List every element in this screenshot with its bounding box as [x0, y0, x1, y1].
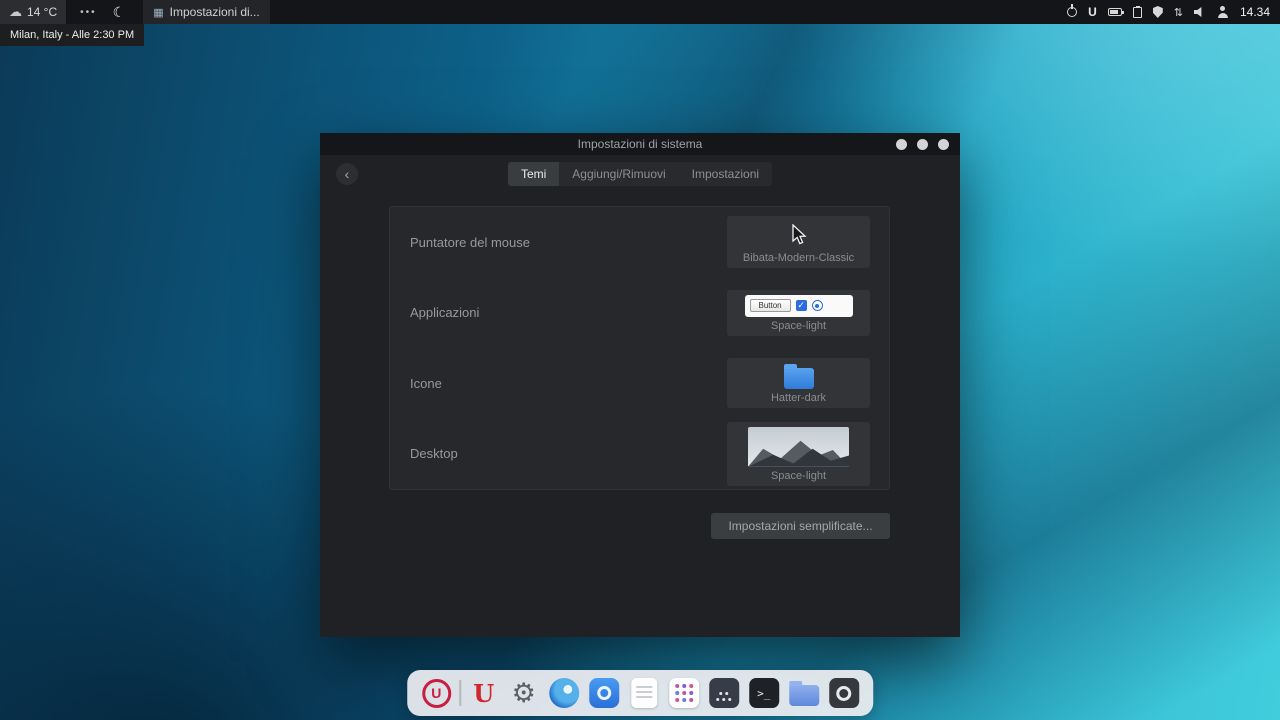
- blue-app-icon: [589, 678, 619, 708]
- weather-temperature: 14 °C: [27, 5, 57, 19]
- user-account-icon[interactable]: [1217, 6, 1229, 18]
- files-folder-icon: [789, 685, 819, 706]
- network-icon[interactable]: ⇅: [1174, 6, 1183, 19]
- tab-bar: Temi Aggiungi/Rimuovi Impostazioni: [508, 162, 772, 186]
- window-body: Puntatore del mouse Bibata-Modern-Classi…: [320, 193, 960, 637]
- keyboard-icon: [709, 678, 739, 708]
- document-icon: [631, 678, 657, 708]
- mini-radio-icon: [812, 300, 823, 311]
- app-window-icon: ▦: [153, 6, 163, 19]
- battery-icon[interactable]: [1108, 8, 1122, 16]
- wallpaper-thumbnail: [748, 427, 849, 467]
- window-controls: [896, 139, 949, 150]
- chevron-left-icon: ‹: [345, 166, 350, 182]
- browser-globe-icon: [549, 678, 579, 708]
- widget-preview: Button ✓: [745, 295, 853, 317]
- camera-lens-icon: [829, 678, 859, 708]
- icon-theme-preview[interactable]: Hatter-dark: [727, 358, 870, 408]
- power-icon[interactable]: [1067, 7, 1077, 17]
- dock-icon-terminal[interactable]: >_: [747, 676, 781, 710]
- window-header: ‹ Temi Aggiungi/Rimuovi Impostazioni: [320, 155, 960, 193]
- dock-icon-app-grid[interactable]: [667, 676, 701, 710]
- security-shield-icon[interactable]: [1153, 6, 1163, 18]
- cursor-icon: [791, 221, 807, 249]
- weather-tooltip: Milan, Italy - Alle 2:30 PM: [0, 24, 144, 46]
- row-label: Icone: [410, 376, 442, 391]
- top-panel: ☁ 14 °C ••• ☾ ▦ Impostazioni di... U ⇅ 1…: [0, 0, 1280, 24]
- ring-u-icon: U: [422, 679, 451, 708]
- dock-icon-camera[interactable]: [827, 676, 861, 710]
- dock-icon-u-app[interactable]: U: [467, 676, 501, 710]
- row-applications: Applicazioni Button ✓ Space-light: [390, 278, 889, 349]
- dock: U U ⚙ >_: [407, 670, 873, 716]
- row-mouse-pointer: Puntatore del mouse Bibata-Modern-Classi…: [390, 207, 889, 278]
- system-tray: U ⇅ 14.34: [1067, 5, 1280, 19]
- application-theme-preview[interactable]: Button ✓ Space-light: [727, 290, 870, 336]
- mini-button: Button: [750, 299, 791, 312]
- row-desktop: Desktop Space-light: [390, 419, 889, 490]
- settings-window: Impostazioni di sistema ‹ Temi Aggiungi/…: [320, 133, 960, 637]
- row-label: Applicazioni: [410, 305, 479, 320]
- simplified-settings-button[interactable]: Impostazioni semplificate...: [711, 513, 890, 539]
- ubuntu-logo-icon[interactable]: U: [1088, 5, 1097, 19]
- mouse-pointer-preview[interactable]: Bibata-Modern-Classic: [727, 216, 870, 268]
- app-grid-icon: [669, 678, 699, 708]
- panel-overflow-menu[interactable]: •••: [80, 7, 97, 18]
- dock-icon-browser[interactable]: [547, 676, 581, 710]
- dock-icon-ubuntu-dde[interactable]: U: [419, 676, 453, 710]
- wallpaper-theme-name: Space-light: [771, 470, 826, 482]
- cursor-theme-name: Bibata-Modern-Classic: [743, 252, 854, 264]
- dock-separator: [459, 680, 461, 706]
- clipboard-icon[interactable]: [1133, 7, 1142, 18]
- themes-card: Puntatore del mouse Bibata-Modern-Classi…: [389, 206, 890, 490]
- volume-icon[interactable]: [1194, 7, 1206, 18]
- terminal-icon: >_: [749, 678, 779, 708]
- tab-aggiungi-rimuovi[interactable]: Aggiungi/Rimuovi: [559, 162, 678, 186]
- night-mode-icon[interactable]: ☾: [113, 4, 126, 21]
- icon-theme-name: Hatter-dark: [771, 392, 826, 404]
- dock-icon-files[interactable]: [787, 676, 821, 710]
- window-title: Impostazioni di sistema: [320, 133, 960, 155]
- clock[interactable]: 14.34: [1240, 5, 1270, 19]
- taskbar-app-label: Impostazioni di...: [170, 5, 260, 19]
- tab-impostazioni[interactable]: Impostazioni: [679, 162, 772, 186]
- dock-icon-blue-app[interactable]: [587, 676, 621, 710]
- wallpaper-preview[interactable]: Space-light: [727, 422, 870, 486]
- dock-icon-keyboard[interactable]: [707, 676, 741, 710]
- gear-icon: ⚙: [512, 680, 536, 707]
- row-icons: Icone Hatter-dark: [390, 348, 889, 419]
- window-titlebar[interactable]: Impostazioni di sistema: [320, 133, 960, 155]
- row-label: Puntatore del mouse: [410, 235, 530, 250]
- tab-temi[interactable]: Temi: [508, 162, 559, 186]
- application-theme-name: Space-light: [771, 320, 826, 332]
- folder-icon: [784, 368, 814, 389]
- taskbar-app-tab[interactable]: ▦ Impostazioni di...: [143, 0, 269, 24]
- back-button[interactable]: ‹: [336, 163, 358, 185]
- weather-cloud-icon: ☁: [9, 4, 22, 20]
- row-label: Desktop: [410, 446, 458, 461]
- dock-icon-settings[interactable]: ⚙: [507, 676, 541, 710]
- maximize-button[interactable]: [917, 139, 928, 150]
- close-button[interactable]: [938, 139, 949, 150]
- mini-checkbox-icon: ✓: [796, 300, 807, 311]
- weather-widget[interactable]: ☁ 14 °C: [0, 0, 66, 24]
- red-u-icon: U: [473, 679, 494, 708]
- minimize-button[interactable]: [896, 139, 907, 150]
- desktop: ☁ 14 °C ••• ☾ ▦ Impostazioni di... U ⇅ 1…: [0, 0, 1280, 720]
- dock-icon-text-editor[interactable]: [627, 676, 661, 710]
